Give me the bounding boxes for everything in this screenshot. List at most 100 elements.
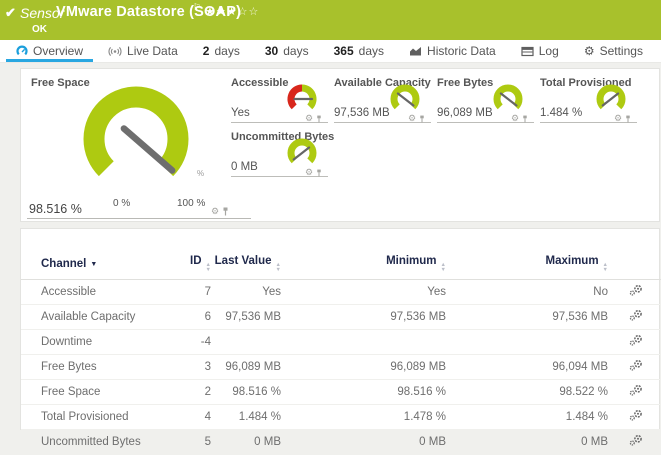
col-header-channel[interactable]: Channel▼ (21, 249, 171, 280)
tab-settings[interactable]: ⚙ Settings (580, 40, 647, 62)
sort-desc-icon: ▼ (90, 261, 97, 268)
gauge-needle (294, 148, 309, 160)
table-row[interactable]: Available Capacity697,536 MB97,536 MB97,… (21, 305, 661, 330)
free-bytes-gauge (489, 82, 527, 116)
channel-settings-cell (608, 355, 661, 380)
tab-overview[interactable]: Overview (12, 40, 87, 62)
channel-name[interactable]: Accessible (21, 280, 171, 305)
channel-name[interactable]: Free Bytes (21, 355, 171, 380)
channel-settings-cell (608, 380, 661, 405)
tab-2-days[interactable]: 2days (199, 40, 244, 62)
channel-last-value (211, 330, 281, 355)
channel-settings-icon[interactable] (629, 384, 643, 396)
channel-settings-icon[interactable] (629, 409, 643, 421)
channel-settings-cell (608, 305, 661, 330)
channel-gear-icon[interactable]: ⚙ (614, 114, 622, 123)
tab-label: Historic Data (427, 44, 496, 58)
table-row[interactable]: Free Bytes396,089 MB96,089 MB96,094 MB (21, 355, 661, 380)
channel-id: 4 (171, 405, 211, 430)
channel-settings-icon[interactable] (629, 309, 643, 321)
gauge-needle (501, 94, 517, 106)
channel-settings-icon[interactable] (629, 434, 643, 446)
uncommitted-bytes-gauge (283, 136, 321, 170)
pin-icon[interactable] (316, 115, 322, 123)
channel-gear-icon[interactable]: ⚙ (305, 168, 313, 177)
pin-icon[interactable] (222, 207, 229, 216)
col-header-id[interactable]: ID▲▼ (171, 249, 211, 280)
gear-icon: ⚙ (584, 45, 595, 57)
mini-gauge-available-capacity: Available Capacity 97,536 MB ⚙ (334, 77, 431, 125)
pin-icon[interactable] (419, 115, 425, 123)
tab-30-days[interactable]: 30days (261, 40, 313, 62)
channel-name[interactable]: Available Capacity (21, 305, 171, 330)
gauge-needle (124, 129, 172, 171)
channel-settings-icon[interactable] (629, 284, 643, 296)
status-badge: OK (32, 24, 47, 35)
channel-minimum: Yes (281, 280, 446, 305)
sort-icon: ▲▼ (441, 263, 446, 272)
channel-name[interactable]: Total Provisioned (21, 405, 171, 430)
channel-settings-icon[interactable] (629, 334, 643, 346)
mini-gauge-value: 0 MB (231, 161, 258, 173)
mini-gauge-total-provisioned: Total Provisioned 1.484 % ⚙ (540, 77, 637, 125)
channel-name[interactable]: Downtime (21, 330, 171, 355)
channel-name[interactable]: Uncommitted Bytes (21, 430, 171, 455)
gauge-min-label: 0 % (113, 198, 130, 209)
tab-historic-data[interactable]: Historic Data (405, 40, 500, 62)
channel-id: 7 (171, 280, 211, 305)
mini-gauge-free-bytes: Free Bytes 96,089 MB ⚙ (437, 77, 534, 125)
tab-365-days[interactable]: 365days (330, 40, 388, 62)
channel-last-value: 1.484 % (211, 405, 281, 430)
table-row[interactable]: Downtime-4 (21, 330, 661, 355)
flag-icon[interactable]: ⚐ (193, 2, 201, 13)
prtg-sensor-page: { "colors": { "brand_green": "#a8c12c", … (0, 0, 661, 430)
priority-stars[interactable]: ★★★☆☆ (205, 5, 259, 18)
channel-minimum: 1.478 % (281, 405, 446, 430)
free-space-gauge (71, 79, 201, 195)
table-row[interactable]: Free Space298.516 %98.516 %98.522 % (21, 380, 661, 405)
tab-log[interactable]: Log (517, 40, 563, 62)
channel-settings-cell (608, 280, 661, 305)
channel-maximum: 96,094 MB (446, 355, 608, 380)
channel-id: 3 (171, 355, 211, 380)
table-row[interactable]: Accessible7YesYesNo (21, 280, 661, 305)
channel-gear-icon[interactable]: ⚙ (305, 114, 313, 123)
channel-gear-icon[interactable]: ⚙ (211, 207, 219, 216)
channel-name[interactable]: Free Space (21, 380, 171, 405)
free-space-value: 98.516 % (29, 202, 82, 216)
chart-icon (409, 45, 422, 57)
channel-minimum: 98.516 % (281, 380, 446, 405)
broadcast-icon (108, 45, 122, 57)
pin-icon[interactable] (625, 115, 631, 123)
stars-empty: ☆☆ (238, 6, 260, 18)
pin-icon[interactable] (316, 169, 322, 177)
table-row[interactable]: Total Provisioned41.484 %1.478 %1.484 % (21, 405, 661, 430)
channel-gear-icon[interactable]: ⚙ (408, 114, 416, 123)
pin-icon[interactable] (522, 115, 528, 123)
channel-settings-icon[interactable] (629, 359, 643, 371)
accessible-gauge (283, 82, 321, 116)
gauge-icon (16, 45, 28, 57)
tab-live-data[interactable]: Live Data (104, 40, 182, 62)
channel-minimum (281, 330, 446, 355)
log-icon (521, 46, 534, 57)
channel-id: 2 (171, 380, 211, 405)
channel-id: -4 (171, 330, 211, 355)
tab-label: Live Data (127, 44, 178, 58)
tab-label: days (283, 44, 308, 58)
col-header-maximum[interactable]: Maximum▲▼ (446, 249, 608, 280)
ok-check-icon: ✔ (5, 5, 16, 21)
tab-label: Log (539, 44, 559, 58)
total-provisioned-gauge (592, 82, 630, 116)
tab-label: Overview (33, 44, 83, 58)
channel-last-value: 97,536 MB (211, 305, 281, 330)
channel-table-panel: Channel▼ ID▲▼ Last Value▲▼ Minimum▲▼ Max… (20, 228, 660, 430)
col-header-last-value[interactable]: Last Value▲▼ (211, 249, 281, 280)
col-header-actions (608, 249, 661, 280)
mini-gauge-title: Accessible (231, 77, 288, 89)
gauge-needle (398, 94, 414, 106)
tab-label: days (214, 44, 239, 58)
channel-gear-icon[interactable]: ⚙ (511, 114, 519, 123)
table-row[interactable]: Uncommitted Bytes50 MB0 MB0 MB (21, 430, 661, 455)
col-header-minimum[interactable]: Minimum▲▼ (281, 249, 446, 280)
